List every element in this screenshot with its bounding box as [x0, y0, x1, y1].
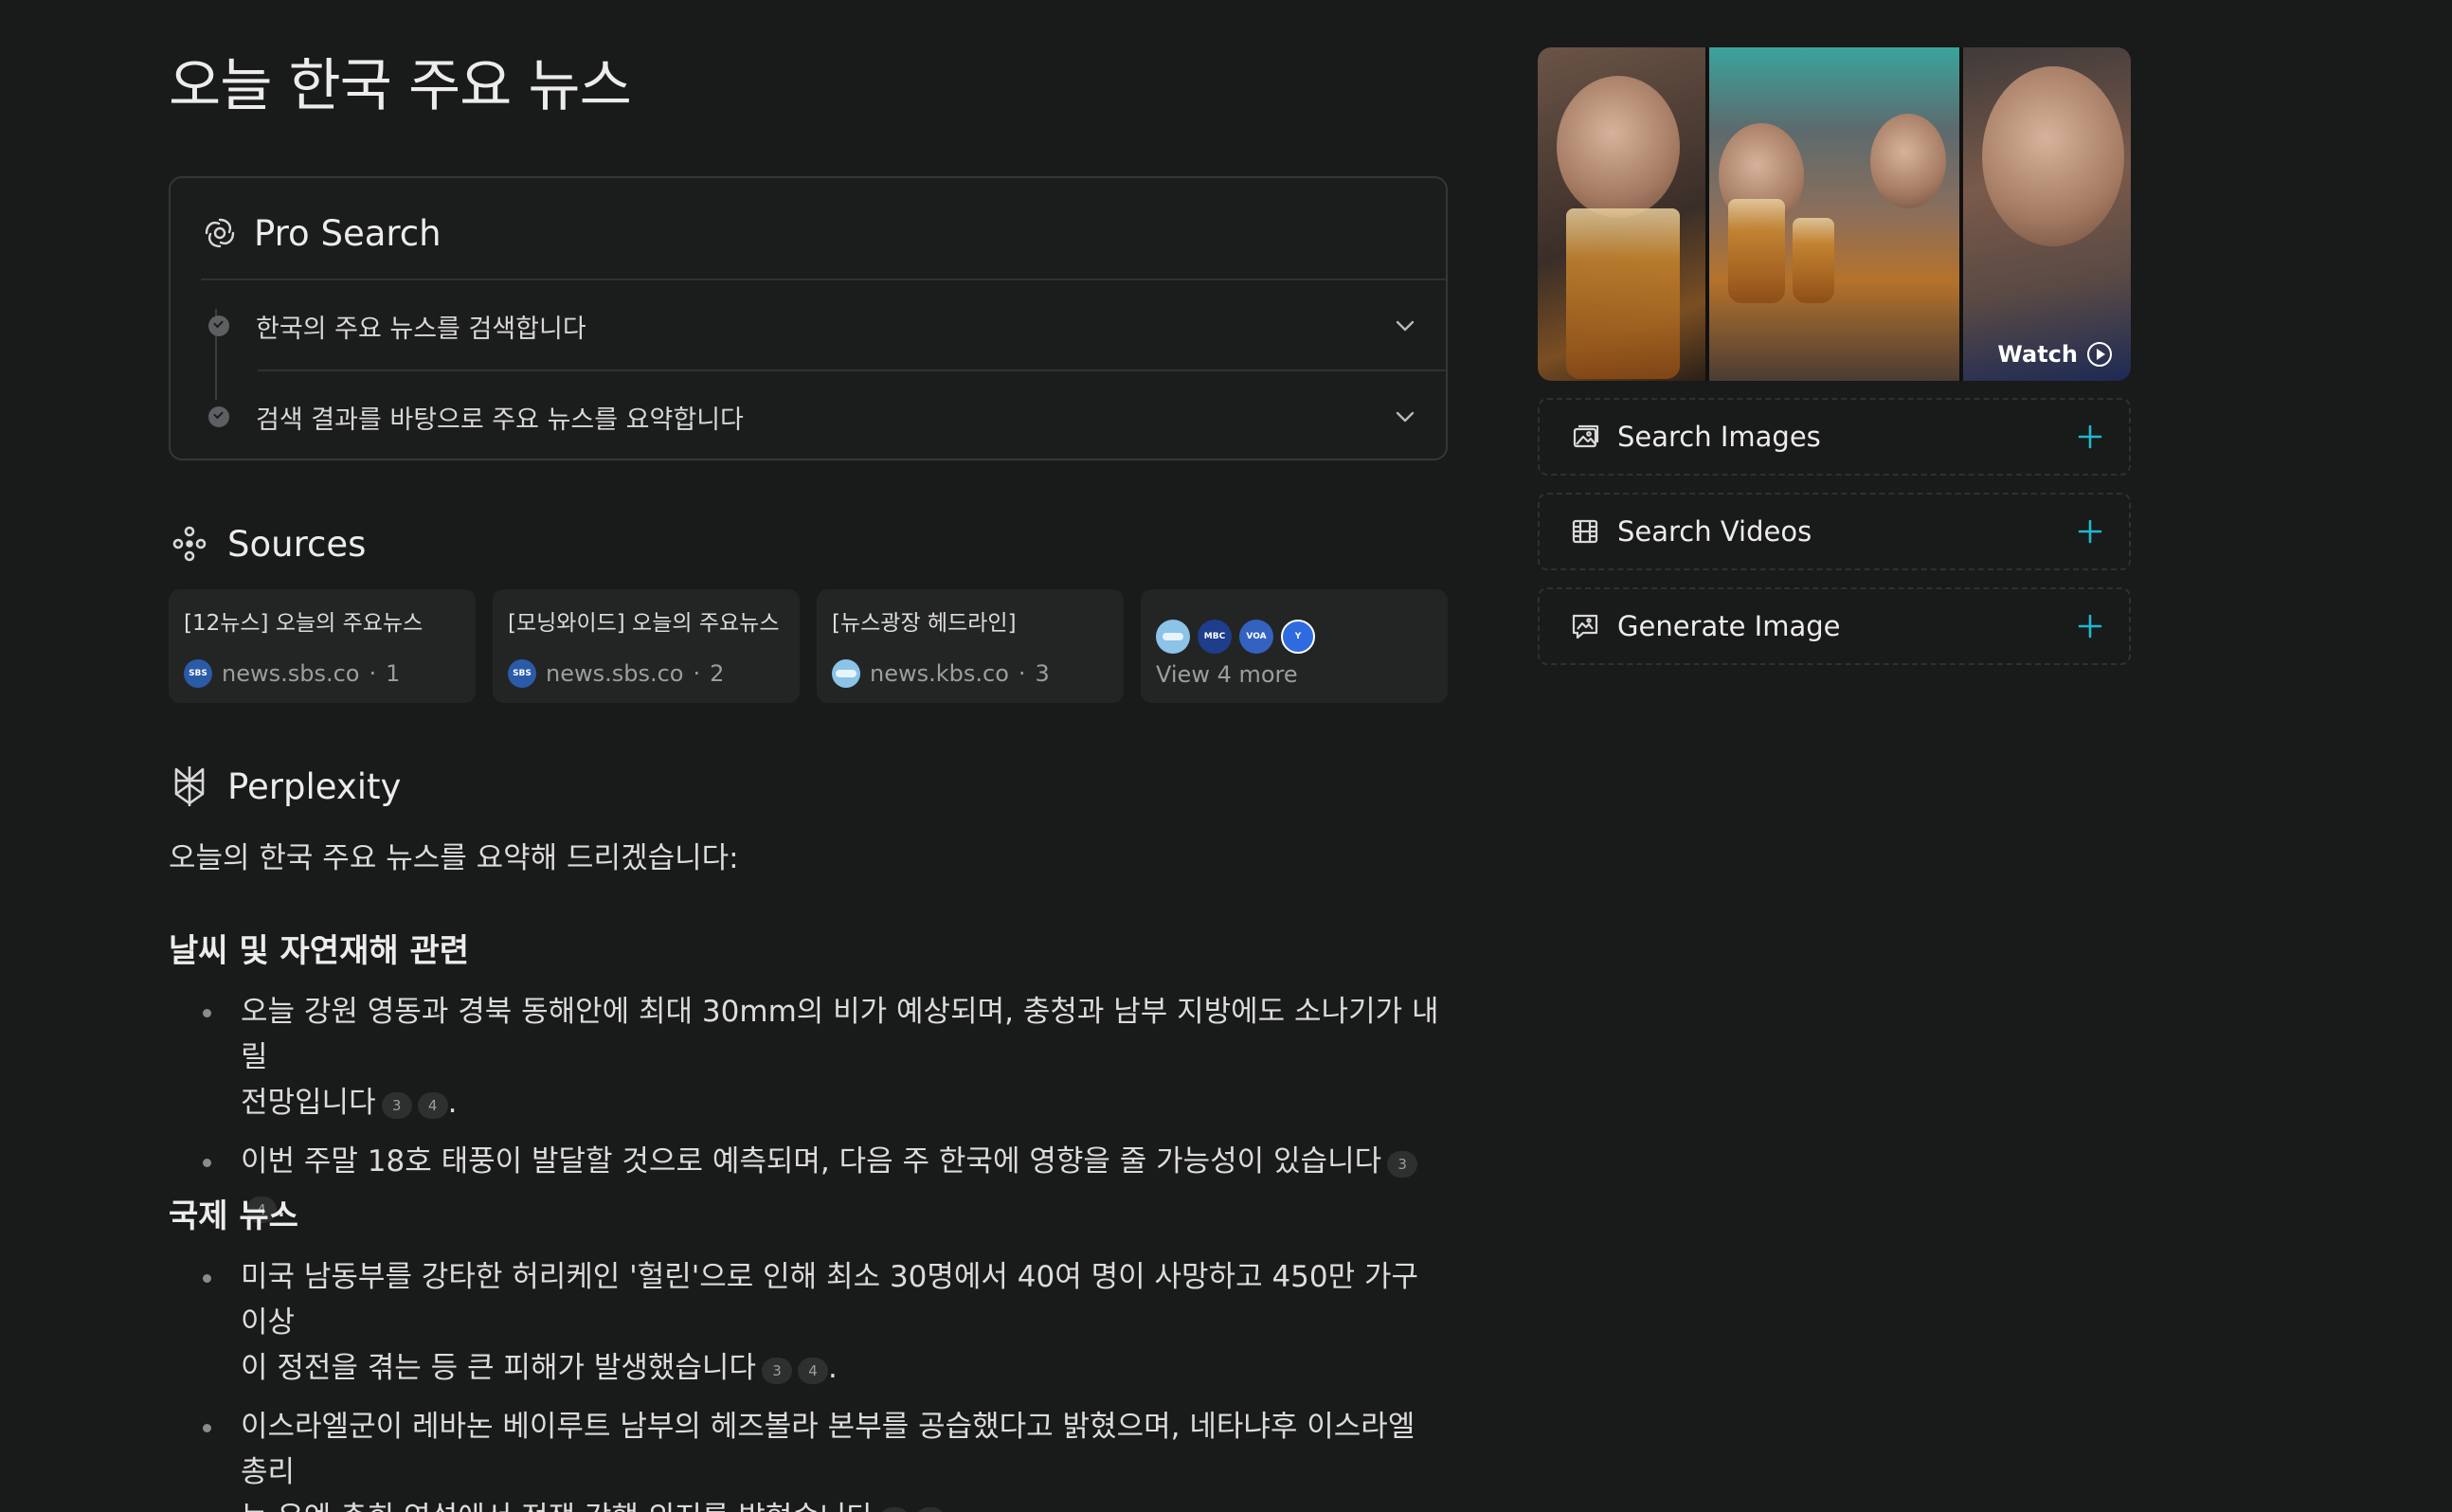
glass-shape [1792, 218, 1834, 303]
bullet-text: 이 정전을 겪는 등 큰 피해가 발생했습니다 [241, 1351, 756, 1385]
section-heading: 국제 뉴스 [169, 1197, 298, 1235]
yonhap-favicon-icon: Y [1281, 620, 1315, 654]
generate-image-button[interactable]: Generate Image [1538, 587, 2131, 665]
bullet-text: 는 유엔 총회 연설에서 전쟁 강행 의지를 밝혔습니다 [241, 1501, 874, 1512]
section-heading: 날씨 및 자연재해 관련 [169, 932, 470, 970]
chevron-down-icon[interactable] [1391, 403, 1419, 431]
source-separator: · [693, 660, 701, 687]
citation-badge[interactable]: 3 [761, 1358, 792, 1384]
bullet-text: 미국 남동부를 강타한 허리케인 '헐린'으로 인해 최소 30명에서 40여 … [241, 1260, 1419, 1340]
pro-search-icon [205, 218, 235, 248]
source-separator: · [369, 660, 377, 687]
watch-label: Watch [1997, 341, 2078, 368]
glass-shape [1727, 199, 1785, 303]
thumbnail-photo [1538, 47, 1705, 381]
source-index: 1 [386, 660, 401, 687]
source-title: [12뉴스] 오늘의 주요뉴스 [184, 611, 424, 636]
page-title: 오늘 한국 주요 뉴스 [169, 53, 632, 119]
thumbnail-photo [1963, 47, 2131, 381]
sources-header: Sources [169, 523, 366, 565]
list-item: 오늘 강원 영동과 경북 동해안에 최대 30mm의 비가 예상되며, 충청과 … [169, 989, 1448, 1125]
bullet-text: 이번 주말 18호 태풍이 발달할 것으로 예측되며, 다음 주 한국에 영향을… [241, 1144, 1382, 1179]
face-shape [1869, 114, 1946, 208]
voa-favicon-icon: VOA [1239, 620, 1273, 654]
citation-badge[interactable]: 3 [1387, 1151, 1418, 1178]
search-videos-button[interactable]: Search Videos [1538, 493, 2131, 570]
face-shape [1982, 66, 2125, 246]
sources-list: [12뉴스] 오늘의 주요뉴스 SBS news.sbs.co · 1 [모닝와… [169, 589, 1448, 703]
source-domain: news.sbs.co [222, 660, 360, 687]
bullet-text: 오늘 강원 영동과 경북 동해안에 최대 30mm의 비가 예상되며, 충청과 … [241, 995, 1439, 1074]
source-title: [뉴스광장 헤드라인] [832, 611, 1017, 636]
citation-badge[interactable]: 3 [381, 1092, 412, 1119]
kbs-favicon-icon [832, 659, 860, 688]
pro-search-card: Pro Search 한국의 주요 뉴스를 검색합니다 검색 결과를 바탕으로 … [169, 176, 1448, 460]
step-label: 한국의 주요 뉴스를 검색합니다 [256, 314, 586, 344]
generate-image-icon [1572, 614, 1598, 639]
source-index: 2 [710, 660, 725, 687]
sources-title: Sources [227, 523, 367, 565]
citation-badge[interactable]: 4 [797, 1358, 828, 1384]
step-label: 검색 결과를 바탕으로 주요 뉴스를 요약합니다 [256, 405, 744, 435]
pro-search-step[interactable]: 한국의 주요 뉴스를 검색합니다 [201, 280, 1419, 371]
image-icon [1573, 424, 1599, 448]
play-icon [2087, 342, 2112, 367]
citation-badge[interactable]: 4 [914, 1507, 946, 1512]
plus-icon [2078, 614, 2102, 639]
answer-intro: 오늘의 한국 주요 뉴스를 요약해 드리겠습니다: [169, 841, 739, 875]
answer-header: Perplexity [169, 764, 401, 809]
source-meta: news.kbs.co · 3 [832, 659, 1050, 688]
answer-title: Perplexity [227, 765, 402, 807]
bullet-list: 오늘 강원 영동과 경북 동해안에 최대 30mm의 비가 예상되며, 충청과 … [169, 989, 1448, 1243]
citation-badge[interactable]: 3 [878, 1507, 910, 1512]
more-favicons: MBC VOA Y [1156, 620, 1433, 654]
action-label: Search Images [1617, 421, 1821, 453]
watch-button[interactable]: Watch [1997, 341, 2112, 368]
pro-search-step[interactable]: 검색 결과를 바탕으로 주요 뉴스를 요약합니다 [201, 371, 1419, 462]
pro-search-title: Pro Search [254, 212, 442, 254]
mbc-favicon-icon: MBC [1198, 620, 1232, 654]
list-item: 이스라엘군이 레바논 베이루트 남부의 헤즈볼라 본부를 공습했다고 밝혔으며,… [169, 1404, 1448, 1512]
plus-icon [2078, 519, 2102, 544]
source-card[interactable]: [12뉴스] 오늘의 주요뉴스 SBS news.sbs.co · 1 [169, 589, 476, 703]
action-label: Generate Image [1617, 610, 1841, 642]
source-domain: news.kbs.co [870, 660, 1009, 687]
citation-badge[interactable]: 4 [417, 1092, 448, 1119]
source-meta: SBS news.sbs.co · 2 [508, 659, 724, 688]
check-icon [208, 315, 229, 336]
source-index: 3 [1035, 660, 1050, 687]
glass-shape [1566, 208, 1680, 379]
list-item: 미국 남동부를 강타한 허리케인 '헐린'으로 인해 최소 30명에서 40여 … [169, 1254, 1448, 1391]
sidebar: Watch Search Images Search Videos Genera… [1538, 47, 2131, 665]
view-more-label: View 4 more [1156, 661, 1298, 688]
sbs-favicon-icon: SBS [184, 659, 212, 688]
perplexity-logo-icon [174, 766, 205, 806]
source-separator: · [1018, 660, 1026, 687]
film-icon [1572, 519, 1598, 544]
page: 오늘 한국 주요 뉴스 Pro Search 한국의 주요 뉴스를 검색합니다 [0, 0, 2452, 1512]
list-item: 이번 주말 18호 태풍이 발달할 것으로 예측되며, 다음 주 한국에 영향을… [169, 1139, 1448, 1230]
pro-search-header: Pro Search [201, 207, 442, 260]
plus-icon [2078, 424, 2102, 449]
video-thumbnail[interactable]: Watch [1538, 47, 2131, 381]
source-meta: SBS news.sbs.co · 1 [184, 659, 400, 688]
sbs-favicon-icon: SBS [508, 659, 536, 688]
view-more-sources[interactable]: MBC VOA Y View 4 more [1141, 589, 1448, 703]
source-domain: news.sbs.co [546, 660, 684, 687]
source-card[interactable]: [모닝와이드] 오늘의 주요뉴스 SBS news.sbs.co · 2 [493, 589, 800, 703]
check-icon [208, 406, 229, 427]
thumbnail-photo [1708, 47, 1960, 381]
source-title: [모닝와이드] 오늘의 주요뉴스 [508, 611, 780, 636]
kbs-favicon-icon [1156, 620, 1190, 654]
action-label: Search Videos [1617, 515, 1812, 548]
sources-icon [172, 526, 207, 562]
bullet-text: 전망입니다 [241, 1086, 376, 1120]
source-card[interactable]: [뉴스광장 헤드라인] news.kbs.co · 3 [817, 589, 1124, 703]
bullet-text: 이스라엘군이 레바논 베이루트 남부의 헤즈볼라 본부를 공습했다고 밝혔으며,… [241, 1410, 1415, 1489]
source-meta: View 4 more [1156, 661, 1298, 688]
bullet-list: 미국 남동부를 강타한 허리케인 '헐린'으로 인해 최소 30명에서 40여 … [169, 1254, 1448, 1512]
chevron-down-icon[interactable] [1391, 312, 1419, 340]
face-shape [1557, 76, 1680, 218]
search-images-button[interactable]: Search Images [1538, 398, 2131, 476]
